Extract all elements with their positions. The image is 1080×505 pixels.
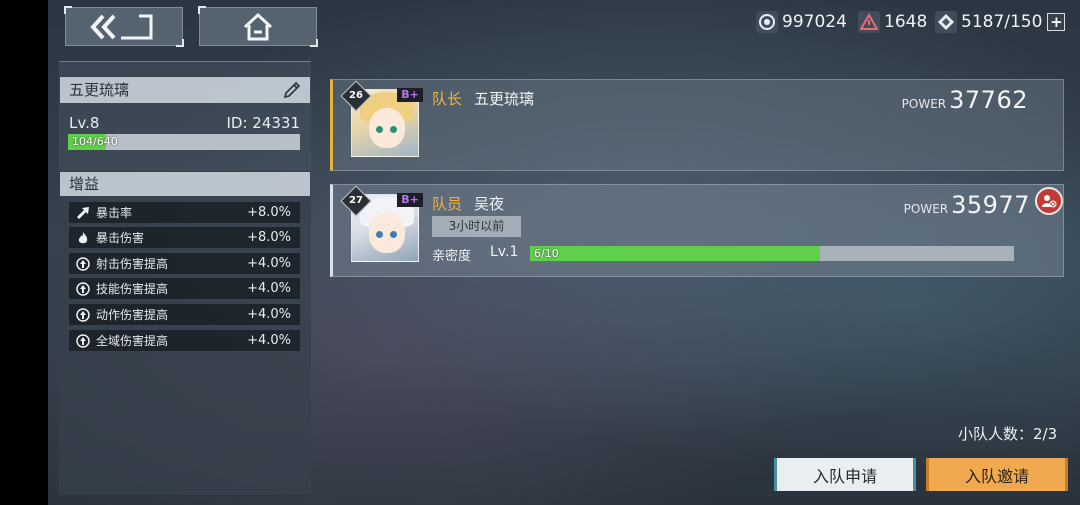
buff-label: 暴击伤害 (96, 231, 145, 245)
resource-crystal: 997024 (756, 8, 847, 35)
screen-edge (0, 0, 48, 505)
avatar-face (369, 108, 405, 148)
buff-value: +8.0% (247, 230, 291, 245)
arrow-up-right-icon (76, 206, 90, 220)
power-display: POWER 37762 (902, 86, 1028, 114)
add-stamina-button[interactable]: + (1047, 12, 1066, 31)
rank-tag: B+ (397, 88, 423, 102)
resource-warning: 1648 (858, 8, 927, 35)
avatar-eye (390, 231, 397, 238)
member-role: 队员 (432, 195, 463, 213)
circle-up-icon (76, 256, 90, 271)
player-name-bar: 五更琉璃 (60, 77, 310, 103)
buff-row: 全域伤害提高 +4.0% (69, 330, 300, 351)
buff-value: +4.0% (247, 281, 291, 296)
invite-to-team-button[interactable]: 入队邀请 (926, 458, 1068, 491)
player-name: 五更琉璃 (69, 81, 130, 99)
last-online-tag: 3小时以前 (432, 216, 521, 237)
rank-tag: B+ (397, 193, 423, 207)
intimacy-progress-label: 6/10 (534, 247, 559, 260)
buff-row: 暴击率 +8.0% (69, 202, 300, 223)
member-card-leader[interactable]: 26 B+ 队长 五更琉璃 POWER 37762 (330, 79, 1064, 171)
intimacy-progress-bar: 6/10 (530, 246, 1014, 261)
warning-triangle-icon (858, 10, 880, 33)
avatar-face (369, 213, 405, 253)
intimacy-level: Lv.1 (490, 244, 519, 260)
avatar-eye (376, 231, 383, 238)
buff-label: 暴击率 (96, 206, 133, 220)
buff-value: +8.0% (247, 205, 291, 220)
member-card-member[interactable]: 27 B+ 队员 吴夜 3小时以前 亲密度 Lv.1 6/10 POWER 35… (330, 184, 1064, 277)
buff-value: +4.0% (247, 333, 291, 348)
avatar-eye (390, 126, 397, 133)
buff-label: 动作伤害提高 (96, 308, 169, 322)
level-badge-number: 26 (349, 90, 363, 101)
power-value: 35977 (951, 191, 1030, 219)
buff-label: 全域伤害提高 (96, 334, 169, 348)
intimacy-progress-fill (530, 246, 821, 261)
buff-title: 增益 (60, 172, 310, 196)
buff-row: 暴击伤害 +8.0% (69, 227, 300, 248)
flame-icon (76, 231, 90, 245)
resource-stamina: 5187/150 + (935, 8, 1066, 35)
circle-up-icon (76, 281, 90, 296)
power-value: 37762 (949, 86, 1028, 114)
home-button[interactable] (198, 6, 318, 47)
crystal-icon (756, 10, 778, 33)
home-icon (243, 12, 273, 40)
member-name: 五更琉璃 (474, 90, 535, 108)
player-level: Lv.8 (69, 114, 100, 132)
resource-stamina-value: 5187/150 (961, 11, 1043, 32)
back-button[interactable] (64, 6, 184, 47)
power-label: POWER (903, 202, 949, 216)
team-count: 小队人数：2/3 (958, 425, 1058, 443)
player-info-panel: 五更琉璃 Lv.8 ID: 24331 104/640 增益 暴击率 +8.0%… (59, 61, 311, 496)
buff-row: 技能伤害提高 +4.0% (69, 278, 300, 299)
buff-label: 射击伤害提高 (96, 257, 169, 271)
stamina-icon (935, 10, 957, 33)
edit-name-button[interactable] (282, 80, 302, 100)
xp-progress-label: 104/640 (72, 135, 118, 148)
intimacy-label: 亲密度 (432, 249, 472, 264)
member-role: 队长 (432, 90, 463, 108)
pencil-icon (283, 81, 301, 99)
level-badge-number: 27 (349, 195, 363, 206)
member-name: 吴夜 (474, 195, 505, 213)
kick-member-button[interactable] (1035, 187, 1063, 215)
buff-value: +4.0% (247, 307, 291, 322)
remove-member-icon (1042, 195, 1057, 208)
back-arrow-icon (90, 14, 153, 39)
buff-label: 技能伤害提高 (96, 282, 169, 296)
join-requests-button[interactable]: 入队申请 (774, 458, 916, 491)
resource-crystal-value: 997024 (782, 11, 847, 32)
circle-up-icon (76, 333, 90, 348)
power-display: POWER 35977 (904, 191, 1030, 219)
xp-progress-bar: 104/640 (68, 134, 300, 150)
buff-row: 动作伤害提高 +4.0% (69, 304, 300, 325)
avatar-eye (376, 126, 383, 133)
power-label: POWER (901, 97, 947, 111)
buff-value: +4.0% (247, 256, 291, 271)
buff-panel: 增益 暴击率 +8.0% 暴击伤害 +8.0% 射击伤害提高 +4.0% 技能伤… (59, 171, 311, 496)
resource-warning-value: 1648 (884, 11, 928, 32)
circle-up-icon (76, 307, 90, 322)
player-id: ID: 24331 (226, 114, 300, 132)
buff-row: 射击伤害提高 +4.0% (69, 253, 300, 274)
